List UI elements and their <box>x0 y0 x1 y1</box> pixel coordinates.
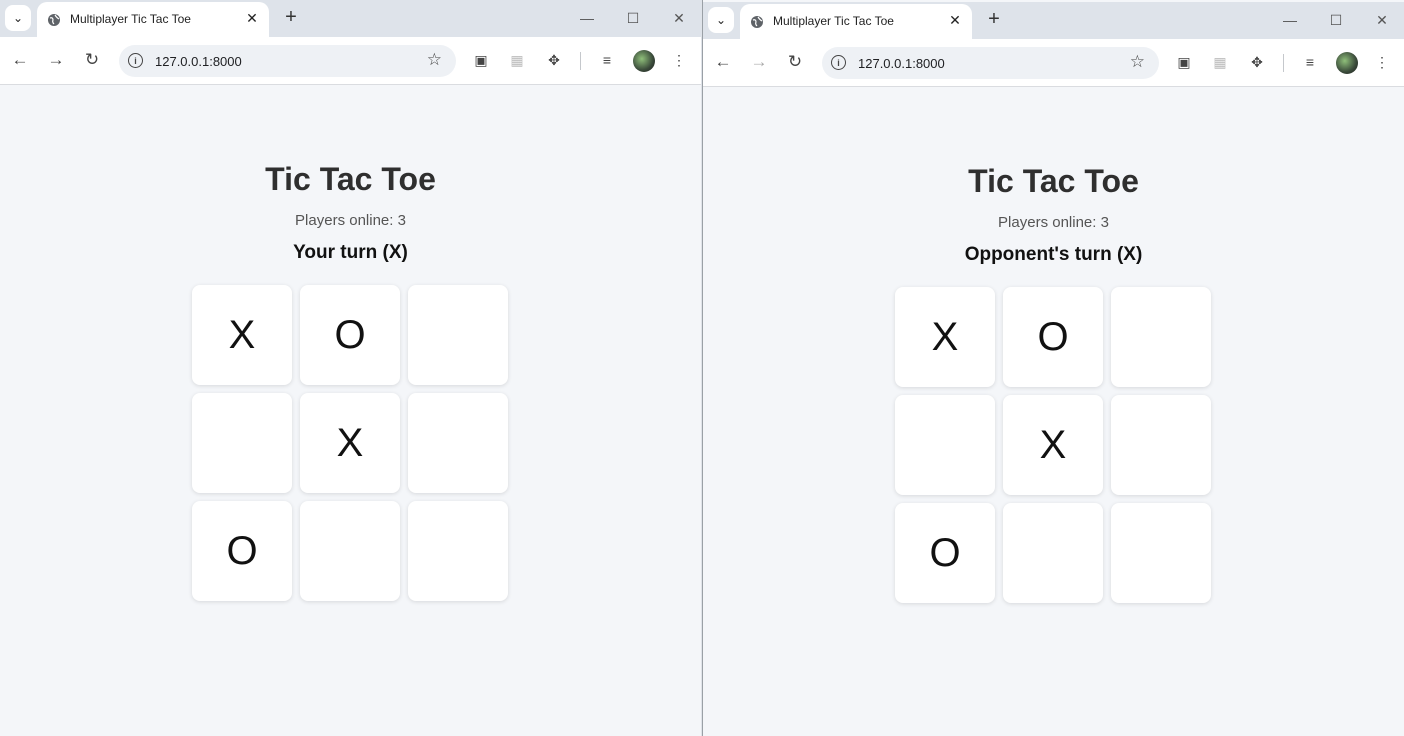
tab-title: Multiplayer Tic Tac Toe <box>70 12 191 26</box>
bookmark-star-icon[interactable]: ☆ <box>427 50 442 70</box>
site-info-icon[interactable]: i <box>128 53 143 68</box>
close-window-icon[interactable]: ✕ <box>667 6 691 30</box>
toolbar-divider <box>1283 54 1284 72</box>
turn-status: Your turn (X) <box>293 242 408 263</box>
menu-icon[interactable]: ⋮ <box>670 51 688 69</box>
players-online: Players online: 3 <box>295 212 406 229</box>
close-tab-icon[interactable]: ✕ <box>243 9 261 27</box>
address-bar[interactable]: i 127.0.0.1:8000 ☆ <box>119 45 456 77</box>
page-content: Tic Tac Toe Players online: 3 Opponent's… <box>703 87 1404 736</box>
media-control-icon[interactable]: ≡ <box>1301 53 1319 71</box>
minimize-icon[interactable]: — <box>1278 8 1302 32</box>
board-cell[interactable]: X <box>300 393 400 493</box>
minimize-icon[interactable]: — <box>575 6 599 30</box>
profile-avatar[interactable] <box>1336 52 1358 74</box>
new-tab-icon[interactable]: + <box>983 8 1005 30</box>
board-cell[interactable]: O <box>1003 287 1103 387</box>
game-board: X O X O <box>895 287 1211 603</box>
extension-puzzle-grid-icon[interactable]: ▦ <box>508 51 526 69</box>
browser-window-left: ⌄ Multiplayer Tic Tac Toe ✕ + — ☐ ✕ ← → … <box>0 0 701 736</box>
page-content: Tic Tac Toe Players online: 3 Your turn … <box>0 85 701 736</box>
board-cell[interactable] <box>1111 395 1211 495</box>
back-icon[interactable]: ← <box>9 49 31 71</box>
toolbar-divider <box>580 52 581 70</box>
tab-search-icon[interactable]: ⌄ <box>708 7 734 33</box>
profile-avatar[interactable] <box>633 50 655 72</box>
game-board: X O X O <box>192 285 508 601</box>
media-control-icon[interactable]: ≡ <box>598 51 616 69</box>
new-tab-icon[interactable]: + <box>280 6 302 28</box>
menu-icon[interactable]: ⋮ <box>1373 53 1391 71</box>
reload-icon[interactable]: ↻ <box>784 51 806 73</box>
board-cell[interactable] <box>895 395 995 495</box>
site-info-icon[interactable]: i <box>831 55 846 70</box>
extension-icon[interactable]: ▣ <box>472 51 490 69</box>
board-cell[interactable]: O <box>300 285 400 385</box>
reload-icon[interactable]: ↻ <box>81 49 103 71</box>
board-cell[interactable] <box>1003 503 1103 603</box>
close-tab-icon[interactable]: ✕ <box>946 11 964 29</box>
board-cell[interactable]: X <box>192 285 292 385</box>
board-cell[interactable] <box>1111 503 1211 603</box>
extension-puzzle-grid-icon[interactable]: ▦ <box>1211 53 1229 71</box>
board-cell[interactable]: O <box>192 501 292 601</box>
players-online: Players online: 3 <box>998 214 1109 231</box>
tab-strip: ⌄ Multiplayer Tic Tac Toe ✕ + — ☐ ✕ <box>703 2 1404 39</box>
tab-search-icon[interactable]: ⌄ <box>5 5 31 31</box>
board-cell[interactable] <box>408 393 508 493</box>
address-bar[interactable]: i 127.0.0.1:8000 ☆ <box>822 47 1159 79</box>
board-cell[interactable]: O <box>895 503 995 603</box>
globe-icon <box>751 16 763 28</box>
board-cell[interactable] <box>192 393 292 493</box>
browser-toolbar: ← → ↻ i 127.0.0.1:8000 ☆ ▣ ▦ ✥ ≡ ⋮ <box>703 39 1404 87</box>
close-window-icon[interactable]: ✕ <box>1370 8 1394 32</box>
url-text: 127.0.0.1:8000 <box>858 56 945 71</box>
game-title: Tic Tac Toe <box>265 161 436 197</box>
turn-status: Opponent's turn (X) <box>964 244 1143 265</box>
game-title: Tic Tac Toe <box>968 163 1139 199</box>
extension-icon[interactable]: ▣ <box>1175 53 1193 71</box>
browser-tab[interactable]: Multiplayer Tic Tac Toe ✕ <box>37 2 269 37</box>
extensions-icon[interactable]: ✥ <box>1248 53 1266 71</box>
globe-icon <box>48 14 60 26</box>
board-cell[interactable] <box>1111 287 1211 387</box>
browser-tab[interactable]: Multiplayer Tic Tac Toe ✕ <box>740 4 972 39</box>
bookmark-star-icon[interactable]: ☆ <box>1130 52 1145 72</box>
tab-strip: ⌄ Multiplayer Tic Tac Toe ✕ + — ☐ ✕ <box>0 0 701 37</box>
forward-icon[interactable]: → <box>748 51 770 73</box>
extensions-icon[interactable]: ✥ <box>545 51 563 69</box>
board-cell[interactable] <box>408 285 508 385</box>
url-text: 127.0.0.1:8000 <box>155 54 242 69</box>
tab-title: Multiplayer Tic Tac Toe <box>773 14 894 28</box>
board-cell[interactable]: X <box>1003 395 1103 495</box>
board-cell[interactable] <box>300 501 400 601</box>
browser-window-right: ⌄ Multiplayer Tic Tac Toe ✕ + — ☐ ✕ ← → … <box>702 0 1404 736</box>
maximize-icon[interactable]: ☐ <box>621 6 645 30</box>
board-cell[interactable] <box>408 501 508 601</box>
browser-toolbar: ← → ↻ i 127.0.0.1:8000 ☆ ▣ ▦ ✥ ≡ ⋮ <box>0 37 701 85</box>
back-icon[interactable]: ← <box>712 51 734 73</box>
maximize-icon[interactable]: ☐ <box>1324 8 1348 32</box>
board-cell[interactable]: X <box>895 287 995 387</box>
forward-icon[interactable]: → <box>45 49 67 71</box>
